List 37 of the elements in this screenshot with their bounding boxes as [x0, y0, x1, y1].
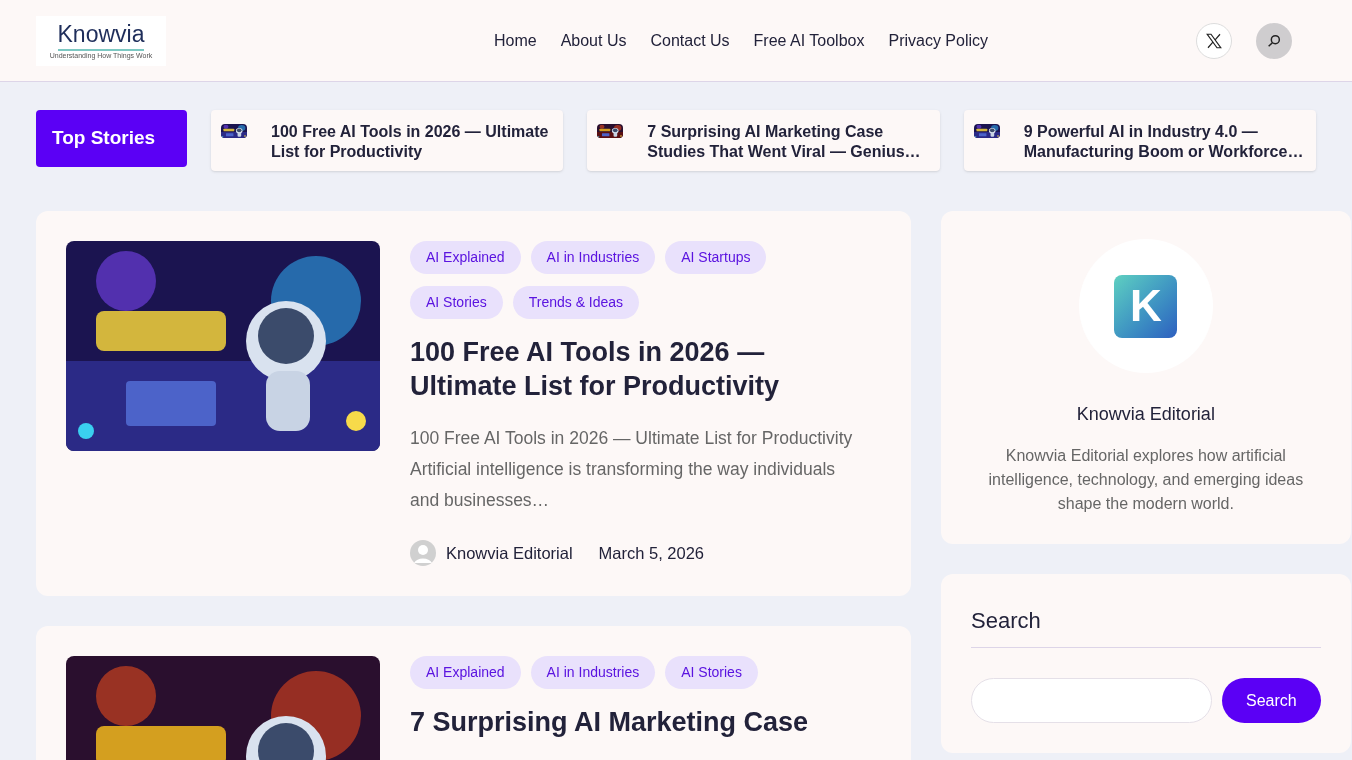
top-story-card[interactable]: 7 Surprising AI Marketing Case Studies That Went Viral — Genius… — [587, 110, 940, 171]
post-title[interactable]: 7 Surprising AI Marketing Case — [410, 705, 869, 739]
top-story-title: 100 Free AI Tools in 2026 — Ultimate List for Productivity — [271, 122, 550, 162]
search-submit-button[interactable]: Search — [1222, 678, 1321, 723]
post-author[interactable]: Knowvia Editorial — [446, 540, 573, 566]
category-tag[interactable]: AI Explained — [410, 656, 521, 689]
top-story-title: 9 Powerful AI in Industry 4.0 — Manufacturing Boom or Workforce… — [1023, 122, 1305, 162]
post-title[interactable]: 100 Free AI Tools in 2026 — Ultimate List for Productivity — [410, 335, 869, 403]
nav-link[interactable]: Free AI Toolbox — [753, 28, 865, 53]
top-story-title: 7 Surprising AI Marketing Case Studies That Went Viral — Genius… — [647, 122, 922, 162]
nav-link[interactable]: Contact Us — [650, 28, 730, 53]
nav-link[interactable]: About Us — [560, 28, 627, 53]
author-bio: Knowvia Editorial explores how artificial intelligence, technology, and emerging ideas shape the modern world. — [987, 446, 1305, 514]
author-logo: K — [1114, 274, 1178, 338]
x-icon — [1205, 31, 1223, 50]
category-tag[interactable]: Trends & Ideas — [512, 286, 640, 319]
category-tag[interactable]: AI in Industries — [530, 656, 656, 689]
post-excerpt: 100 Free AI Tools in 2026 — Ultimate List for Productivity Artificial intelligence is transforming the way individuals and businesses… — [410, 427, 854, 512]
avatar-icon — [410, 540, 436, 566]
nav-link[interactable]: Home — [493, 28, 537, 53]
widget-title: Search — [971, 604, 1321, 648]
search-icon — [1266, 32, 1282, 49]
top-stories-label: Top Stories — [36, 110, 187, 167]
search-button[interactable] — [1256, 22, 1292, 59]
x-social-button[interactable] — [1196, 22, 1232, 59]
category-tag[interactable]: AI in Industries — [530, 241, 656, 274]
category-tag[interactable]: AI Startups — [665, 241, 767, 274]
category-tag[interactable]: AI Explained — [410, 241, 521, 274]
top-story-card[interactable]: 100 Free AI Tools in 2026 — Ultimate List for Productivity — [211, 110, 564, 171]
nav-link[interactable]: Privacy Policy — [888, 28, 989, 53]
top-story-card[interactable]: 9 Powerful AI in Industry 4.0 — Manufacturing Boom or Workforce… — [963, 110, 1316, 171]
post-date: March 5, 2026 — [598, 542, 705, 564]
author-name: Knowvia Editorial — [1076, 403, 1215, 426]
search-field[interactable] — [971, 678, 1212, 723]
logo-name: Knowvia — [57, 19, 145, 51]
category-tag[interactable]: AI Stories — [665, 656, 758, 689]
category-tag[interactable]: AI Stories — [410, 286, 503, 319]
